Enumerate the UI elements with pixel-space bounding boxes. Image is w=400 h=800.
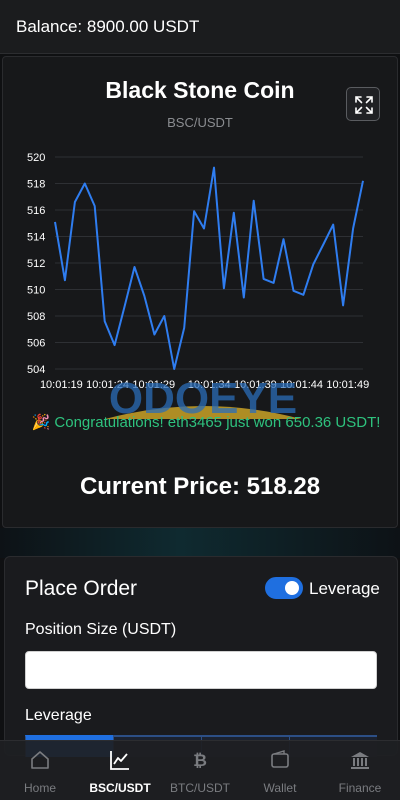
nav-finance-label: Finance [338, 781, 382, 795]
nav-bsc-usdt[interactable]: BSC/USDT [80, 741, 160, 800]
divider-glow [0, 528, 400, 558]
coin-title: Black Stone Coin [105, 77, 295, 103]
bottom-nav: Home BSC/USDT ₿ BTC/USDT Wallet Finance [0, 740, 400, 800]
place-order-panel: Place Order Leverage Position Size (USDT… [4, 556, 398, 757]
position-size-label: Position Size (USDT) [25, 621, 177, 638]
nav-btc-usdt-label: BTC/USDT [170, 781, 230, 795]
win-notification: 🎉 Congratulations! eth3465 just won 650.… [31, 412, 381, 433]
leverage-label: Leverage [25, 707, 92, 724]
expand-button[interactable] [346, 87, 380, 121]
nav-home[interactable]: Home [0, 741, 80, 800]
y-tick-label: 506 [27, 338, 45, 350]
y-tick-label: 518 [27, 179, 45, 191]
y-tick-label: 520 [27, 152, 45, 164]
bitcoin-icon: ₿ [193, 751, 207, 771]
y-tick-label: 510 [27, 285, 45, 297]
pair-subtitle: BSC/USDT [167, 115, 233, 130]
price-chart: 50450650851051251451651852010:01:19 10:01… [27, 152, 369, 391]
y-tick-label: 514 [27, 232, 45, 244]
leverage-toggle[interactable] [265, 577, 303, 599]
price-line [54, 166, 364, 370]
position-size-input[interactable] [25, 651, 377, 689]
win-notification-text: Congratulations! eth3465 just won 650.36… [54, 414, 381, 431]
home-icon [31, 751, 49, 769]
y-tick-label: 512 [27, 258, 45, 270]
market-card: Black Stone Coin BSC/USDT 504 506 508 510 51… [2, 56, 398, 528]
leverage-toggle-label: Leverage [309, 579, 380, 598]
nav-wallet[interactable]: Wallet [240, 741, 320, 800]
nav-bsc-usdt-label: BSC/USDT [89, 781, 151, 795]
y-tick-label: 516 [27, 205, 45, 217]
nav-finance[interactable]: Finance [320, 741, 400, 800]
y-tick-label: 504 [27, 364, 45, 376]
top-bar: Balance: 8900.00 USDT [0, 0, 400, 54]
bank-icon [351, 752, 369, 769]
nav-btc-usdt[interactable]: ₿ BTC/USDT [160, 741, 240, 800]
wallet-icon [271, 750, 289, 768]
balance-text: Balance: 8900.00 USDT [16, 17, 200, 36]
y-tick-label: 508 [27, 311, 45, 323]
order-title: Place Order [25, 577, 138, 600]
nav-wallet-label: Wallet [263, 781, 297, 795]
toggle-knob [285, 581, 299, 595]
current-price: Current Price: 518.28 [79, 473, 321, 500]
svg-text:₿: ₿ [193, 751, 207, 771]
chart-line-icon [110, 751, 129, 770]
party-popper-icon: 🎉 [31, 414, 51, 431]
nav-home-label: Home [23, 781, 56, 795]
expand-icon [355, 96, 373, 114]
